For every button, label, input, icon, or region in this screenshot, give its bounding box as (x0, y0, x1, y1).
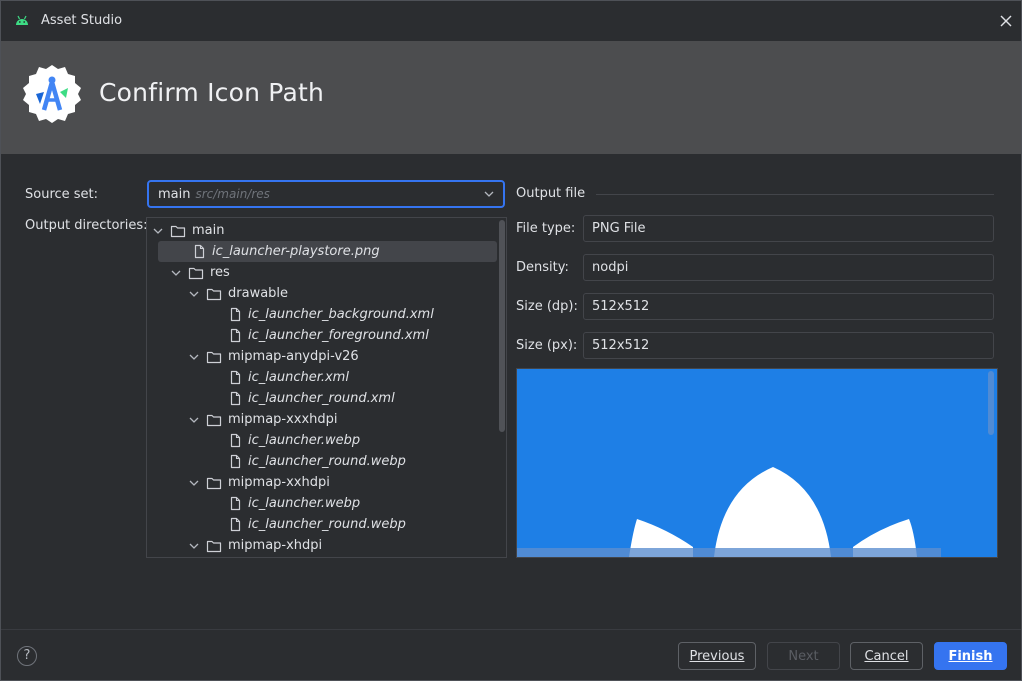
help-button[interactable]: ? (17, 646, 37, 666)
title-bar: Asset Studio (1, 1, 1021, 41)
chevron-down-icon[interactable] (187, 413, 201, 427)
tree-item-label: mipmap-xhdpi (228, 538, 323, 553)
folder-icon (170, 225, 186, 237)
density-field[interactable]: nodpi (583, 254, 994, 281)
asset-studio-dialog: Asset Studio Confirm Icon Path Source se… (0, 0, 1022, 681)
source-set-label: Source set: (25, 187, 99, 202)
tree-file-row[interactable]: ic_launcher.xml (147, 367, 497, 388)
tree-folder-row[interactable]: mipmap-xxxhdpi (147, 409, 497, 430)
density-label: Density: (516, 260, 569, 275)
android-studio-logo (23, 65, 81, 123)
tree-item-label: ic_launcher_round.webp (248, 517, 406, 532)
tree-folder-row[interactable]: mipmap-anydpi-v26 (147, 346, 497, 367)
source-set-dropdown[interactable]: main src/main/res (147, 180, 505, 208)
icon-preview-image (517, 369, 997, 557)
tree-file-row[interactable]: ic_launcher.webp (147, 493, 497, 514)
chevron-down-icon[interactable] (187, 476, 201, 490)
tree-item-label: ic_launcher.webp (248, 496, 361, 511)
chevron-down-icon[interactable] (187, 287, 201, 301)
tree-item-label: ic_launcher_foreground.xml (248, 328, 429, 343)
wizard-header: Confirm Icon Path (1, 41, 1021, 154)
folder-icon (206, 414, 222, 426)
tree-item-label: ic_launcher.webp (248, 433, 361, 448)
cancel-button-label: Cancel (864, 648, 909, 664)
file-icon (230, 454, 241, 469)
chevron-down-icon[interactable] (187, 350, 201, 364)
icon-preview (516, 368, 998, 558)
file-icon (230, 328, 241, 343)
tree-scrollbar[interactable] (499, 220, 505, 432)
file-icon (230, 517, 241, 532)
previous-button-label: Previous (689, 648, 745, 664)
file-icon (194, 244, 205, 259)
section-divider (596, 194, 994, 195)
finish-button[interactable]: Finish (934, 642, 1007, 670)
tree-item-label: mipmap-xxxhdpi (228, 412, 338, 427)
tree-folder-row[interactable]: mipmap-xhdpi (147, 535, 497, 556)
tree-file-row[interactable]: ic_launcher_background.xml (147, 304, 497, 325)
next-button-label: Next (788, 648, 819, 664)
finish-button-label: Finish (948, 648, 993, 664)
tree-item-label: ic_launcher_background.xml (248, 307, 434, 322)
size-px-label: Size (px): (516, 338, 578, 353)
previous-button[interactable]: Previous (678, 642, 756, 670)
tree-item-label: ic_launcher-playstore.png (212, 244, 380, 259)
file-type-field[interactable]: PNG File (583, 215, 994, 242)
footer-divider (1, 629, 1021, 630)
size-dp-label: Size (dp): (516, 299, 578, 314)
tree-item-label: ic_launcher_round.webp (248, 454, 406, 469)
tree-item-label: mipmap-xxhdpi (228, 475, 330, 490)
close-icon[interactable] (997, 12, 1015, 30)
file-icon (230, 391, 241, 406)
source-set-path: src/main/res (195, 187, 270, 201)
file-icon (230, 307, 241, 322)
next-button[interactable]: Next (767, 642, 840, 670)
tree-folder-row[interactable]: mipmap-xxhdpi (147, 472, 497, 493)
tree-item-label: ic_launcher.xml (248, 370, 349, 385)
chevron-down-icon[interactable] (151, 224, 165, 238)
android-icon (16, 15, 28, 25)
chevron-down-icon[interactable] (169, 266, 183, 280)
tree-file-row[interactable]: ic_launcher_round.webp (147, 451, 497, 472)
tree-file-row[interactable]: ic_launcher_foreground.xml (147, 325, 497, 346)
size-px-field[interactable]: 512x512 (583, 332, 994, 359)
folder-icon (206, 477, 222, 489)
output-directories-label: Output directories: (25, 218, 148, 233)
chevron-down-icon (484, 191, 494, 197)
tree-file-row[interactable]: ic_launcher_round.xml (147, 388, 497, 409)
tree-folder-row[interactable]: res (147, 262, 497, 283)
tree-folder-row[interactable]: main (147, 220, 497, 241)
tree-item-label: drawable (228, 286, 289, 301)
folder-icon (188, 267, 204, 279)
tree-item-label: res (210, 265, 230, 280)
output-file-section-title: Output file (516, 186, 586, 201)
folder-icon (206, 288, 222, 300)
tree-item-label: ic_launcher_round.xml (248, 391, 395, 406)
tree-item-label: mipmap-anydpi-v26 (228, 349, 359, 364)
file-type-label: File type: (516, 221, 576, 236)
file-icon (230, 496, 241, 511)
folder-icon (206, 540, 222, 552)
window-title: Asset Studio (41, 13, 123, 28)
output-directories-tree[interactable]: mipmap-xhdpi ic_launcher_round.webp ic_lau… (146, 217, 507, 558)
cancel-button[interactable]: Cancel (850, 642, 923, 670)
chevron-down-icon[interactable] (187, 539, 201, 553)
tree-folder-row[interactable]: drawable (147, 283, 497, 304)
tree-file-row[interactable]: ic_launcher_round.webp (147, 514, 497, 535)
page-title: Confirm Icon Path (99, 78, 325, 107)
tree-item-label: main (192, 223, 225, 238)
folder-icon (206, 351, 222, 363)
file-icon (230, 433, 241, 448)
size-dp-field[interactable]: 512x512 (583, 293, 994, 320)
tree-file-row[interactable]: ic_launcher.webp (147, 430, 497, 451)
file-icon (230, 370, 241, 385)
source-set-value: main (158, 186, 191, 202)
tree-file-row[interactable]: ic_launcher-playstore.png (158, 241, 497, 262)
